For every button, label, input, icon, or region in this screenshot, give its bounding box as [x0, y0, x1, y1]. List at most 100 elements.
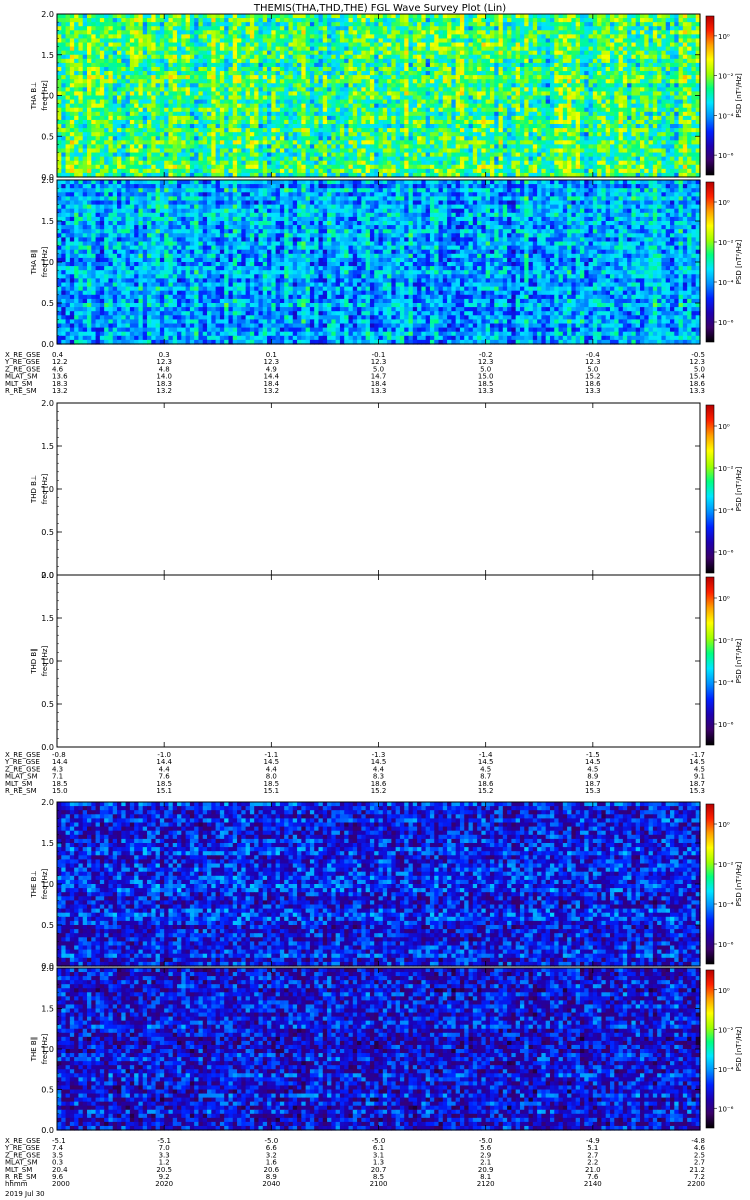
y-tick-label: 0.5 — [41, 1086, 54, 1095]
y-tick-label: 2.0 — [41, 176, 54, 185]
ephem-value: 13.3 — [371, 387, 387, 395]
colorbar-tick-label: 10⁻⁴ — [718, 507, 734, 515]
ephem-value: 15.0 — [52, 787, 68, 795]
y-tick-label: 0.5 — [41, 921, 54, 930]
panel-the-bpar: 0.00.51.01.52.0THE B∥ freq [Hz]10⁰10⁻²10⁻… — [30, 964, 743, 1135]
figure-title: THEMIS(THA,THD,THE) FGL Wave Survey Plot… — [253, 3, 506, 14]
panel-label: THA B⊥ — [30, 82, 38, 110]
colorbar-tick-label: 10⁻² — [718, 73, 734, 81]
panel-thd-bperp: 0.00.51.01.52.0THD B⊥ freq [Hz]10⁰10⁻²10⁻… — [30, 399, 743, 580]
y-tick-label: 0.5 — [41, 132, 54, 141]
panel-thd-bpar: 0.00.51.01.52.0THD B∥ freq [Hz]10⁰10⁻²10⁻… — [30, 571, 743, 752]
ephem-value: 15.3 — [585, 787, 601, 795]
colorbar-tick-label: 10⁻² — [718, 861, 734, 869]
colorbar-tick-label: 10⁻⁴ — [718, 279, 734, 287]
colorbar: 10⁰ 10⁻² 10⁻⁴ 10⁻⁶ PSD [nT²/Hz] — [706, 970, 743, 1128]
y-tick-label: 0.5 — [41, 299, 54, 308]
colorbar-tick-label: 10⁰ — [718, 987, 730, 995]
colorbar-tick-label: 10⁻⁴ — [718, 112, 734, 120]
panels-layer: 0.00.51.01.52.0THA B⊥ freq [Hz]10⁰10⁻²10⁻… — [30, 10, 743, 1135]
colorbar-tick-label: 10⁰ — [718, 595, 730, 603]
colorbar-tick-label: 10⁻² — [718, 637, 734, 645]
ephem-value: 15.1 — [156, 787, 172, 795]
ephem-value: 2100 — [370, 1180, 388, 1188]
ephemeris-the: X_RE_GSE -5.1 -5.1 -5.0 -5.0 -5.0 -4.9 -4.8Y_RE… — [4, 1137, 706, 1188]
y-tick-label: 2.0 — [41, 964, 54, 973]
colorbar-tick-label: 10⁻² — [718, 1026, 734, 1034]
ephem-value: 13.2 — [156, 387, 172, 395]
ephem-value: 2140 — [584, 1180, 602, 1188]
panel-frame — [57, 403, 700, 575]
colorbar-label: PSD [nT²/Hz] — [735, 638, 743, 683]
colorbar-tick-label: 10⁻⁶ — [718, 319, 734, 327]
colorbar-tick-label: 10⁻⁶ — [718, 721, 734, 729]
ephem-value: 2000 — [52, 1180, 70, 1188]
y-axis-label: freq [Hz] — [41, 645, 49, 676]
panel-frame — [57, 575, 700, 747]
ephem-value: 15.3 — [689, 787, 705, 795]
panel-label: THE B∥ — [30, 1037, 38, 1063]
colorbar-tick-label: 10⁻⁶ — [718, 941, 734, 949]
colorbar: 10⁰ 10⁻² 10⁻⁴ 10⁻⁶ PSD [nT²/Hz] — [706, 804, 743, 964]
y-tick-label: 1.5 — [41, 217, 54, 226]
date-label: 2019 Jul 30 — [5, 1190, 45, 1198]
ephem-row-label: R_RE_SM — [5, 787, 37, 795]
y-axis-label: freq [Hz] — [41, 1033, 49, 1064]
ephem-value: 15.1 — [264, 787, 280, 795]
y-tick-label: 0.0 — [41, 1126, 54, 1135]
y-tick-label: 1.5 — [41, 442, 54, 451]
colorbar-tick-label: 10⁰ — [718, 821, 730, 829]
ephem-value: 13.2 — [52, 387, 68, 395]
colorbar: 10⁰10⁻²10⁻⁴10⁻⁶PSD [nT²/Hz] — [706, 405, 743, 573]
colorbar-tick-label: 10⁰ — [718, 33, 730, 41]
y-tick-label: 2.0 — [41, 10, 54, 19]
colorbar-tick-label: 10⁻⁶ — [718, 549, 734, 557]
y-tick-label: 2.0 — [41, 798, 54, 807]
ephem-value: 15.2 — [371, 787, 387, 795]
colorbar-tick-label: 10⁻⁴ — [718, 679, 734, 687]
colorbar-tick-label: 10⁻⁴ — [718, 1066, 734, 1074]
ephem-value: 2120 — [477, 1180, 495, 1188]
spectrogram-tha-bperp — [57, 14, 701, 178]
colorbar-tick-label: 10⁰ — [718, 199, 730, 207]
ephem-value: 13.2 — [264, 387, 280, 395]
colorbar-label: PSD [nT²/Hz] — [735, 466, 743, 511]
y-tick-label: 1.5 — [41, 614, 54, 623]
y-tick-label: 0.0 — [41, 340, 54, 349]
ephem-value: 13.3 — [478, 387, 494, 395]
panel-label: THD B⊥ — [30, 475, 38, 504]
panel-label: THE B⊥ — [30, 870, 38, 898]
y-axis-label: freq [Hz] — [41, 868, 49, 899]
panel-tha-bpar: 0.00.51.01.52.0THA B∥ freq [Hz]10⁰10⁻²10⁻… — [30, 176, 743, 349]
colorbar-tick-label: 10⁻⁴ — [718, 901, 734, 909]
y-tick-label: 1.5 — [41, 839, 54, 848]
y-axis-label: freq [Hz] — [41, 80, 49, 111]
y-tick-label: 1.5 — [41, 1005, 54, 1014]
ephemeris-tha: X_RE_GSE 0.4 0.3 0.1 -0.1 -0.2 -0.4 -0.5Y_RE_GS… — [4, 351, 706, 395]
colorbar-label: PSD [nT²/Hz] — [735, 1026, 743, 1071]
colorbar-label: PSD [nT²/Hz] — [735, 239, 743, 284]
y-tick-label: 2.0 — [41, 571, 54, 580]
ephem-value: 15.2 — [478, 787, 494, 795]
colorbar-tick-label: 10⁻⁶ — [718, 1105, 734, 1113]
panel-label: THD B∥ — [30, 648, 38, 674]
y-axis-label: freq [Hz] — [41, 246, 49, 277]
panel-label: THA B∥ — [30, 250, 38, 276]
colorbar-tick-label: 10⁰ — [718, 423, 730, 431]
ephem-row-label: hhmm — [5, 1180, 28, 1188]
ephemeris-thd: X_RE_GSE -0.8 -1.0 -1.1 -1.3 -1.4 -1.5 -1.7Y_RE… — [4, 751, 705, 795]
colorbar: 10⁰10⁻²10⁻⁴10⁻⁶PSD [nT²/Hz] — [706, 16, 743, 175]
ephem-value: 2040 — [262, 1180, 280, 1188]
ephem-value: 13.3 — [689, 387, 705, 395]
y-tick-label: 0.5 — [41, 528, 54, 537]
y-axis-label: freq [Hz] — [41, 473, 49, 504]
colorbar-label: PSD [nT²/Hz] — [735, 861, 743, 906]
y-tick-label: 2.0 — [41, 399, 54, 408]
panel-tha-bperp: 0.00.51.01.52.0THA B⊥ freq [Hz]10⁰10⁻²10⁻… — [30, 10, 743, 182]
panel-the-bperp: 0.00.51.01.52.0THE B⊥ freq [Hz]10⁰10⁻²10⁻… — [30, 798, 743, 971]
colorbar: 10⁰ 10⁻² 10⁻⁴ 10⁻⁶ PSD [nT²/Hz] — [706, 577, 743, 745]
ephem-value: 2200 — [687, 1180, 705, 1188]
ephem-row-label: R_RE_SM — [5, 387, 37, 395]
colorbar: 10⁰10⁻²10⁻⁴10⁻⁶PSD [nT²/Hz] — [706, 182, 743, 342]
wave-survey-figure: THEMIS(THA,THD,THE) FGL Wave Survey Plot… — [0, 0, 750, 1200]
